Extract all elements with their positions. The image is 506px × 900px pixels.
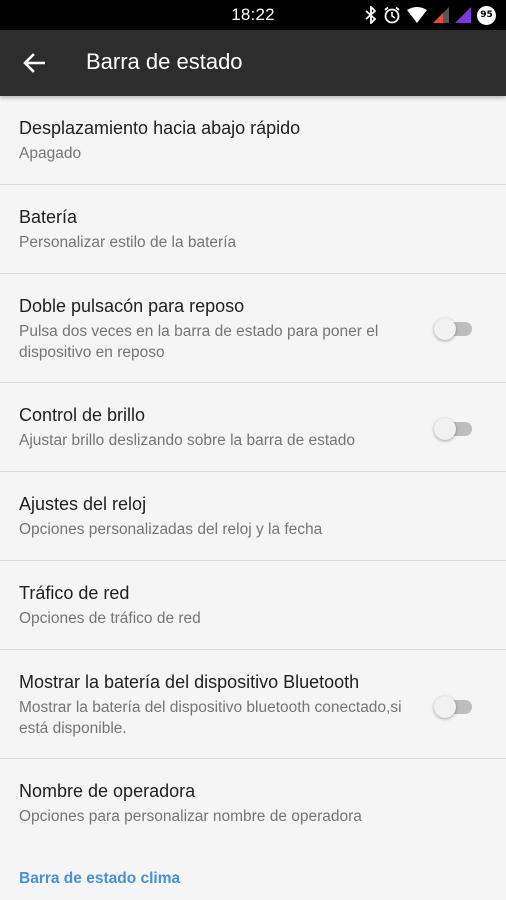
setting-summary: Ajustar brillo deslizando sobre la barra…: [19, 432, 356, 449]
setting-summary: Opciones de tráfico de red: [19, 610, 201, 627]
setting-bluetooth-battery[interactable]: Mostrar la batería del dispositivo Bluet…: [0, 650, 506, 759]
setting-carrier-name[interactable]: Nombre de operadora Opciones para person…: [0, 759, 506, 848]
status-bar: 18:22 95: [0, 0, 506, 30]
signal-sim1-icon: [433, 7, 449, 23]
setting-title: Ajustes del reloj: [19, 494, 147, 514]
page-title: Barra de estado: [86, 49, 243, 74]
setting-network-traffic[interactable]: Tráfico de red Opciones de tráfico de re…: [0, 561, 506, 650]
setting-summary: Pulsa dos veces en la barra de estado pa…: [19, 323, 379, 361]
alarm-icon: [383, 6, 401, 24]
toggle-thumb: [434, 418, 456, 440]
setting-title: Doble pulsacón para reposo: [19, 296, 245, 316]
setting-title: Mostrar la batería del dispositivo Bluet…: [19, 672, 360, 692]
battery-icon: 95: [477, 5, 496, 25]
arrow-back-icon[interactable]: [20, 49, 48, 77]
double-tap-sleep-toggle[interactable]: [434, 317, 474, 340]
toggle-thumb: [434, 318, 456, 340]
bluetooth-icon: [365, 6, 377, 24]
setting-title: Tráfico de red: [19, 583, 130, 603]
signal-sim2-icon: [455, 7, 471, 23]
brightness-control-toggle[interactable]: [434, 417, 474, 440]
setting-clock[interactable]: Ajustes del reloj Opciones personalizada…: [0, 472, 506, 561]
setting-title: Batería: [19, 207, 78, 227]
setting-brightness-control[interactable]: Control de brillo Ajustar brillo desliza…: [0, 383, 506, 472]
setting-title: Control de brillo: [19, 405, 146, 425]
setting-summary: Opciones personalizadas del reloj y la f…: [19, 521, 323, 538]
setting-summary: Opciones para personalizar nombre de ope…: [19, 808, 362, 825]
setting-summary: Personalizar estilo de la batería: [19, 234, 237, 251]
setting-title: Nombre de operadora: [19, 781, 196, 801]
setting-summary: Apagado: [19, 145, 82, 162]
setting-double-tap-sleep[interactable]: Doble pulsacón para reposo Pulsa dos vec…: [0, 274, 506, 383]
setting-summary: Mostrar la batería del dispositivo bluet…: [19, 699, 402, 737]
wifi-icon: [407, 7, 427, 23]
setting-quick-pulldown[interactable]: Desplazamiento hacia abajo rápido Apagad…: [0, 96, 506, 185]
app-bar: Barra de estado: [0, 30, 506, 96]
toggle-thumb: [434, 696, 456, 718]
bluetooth-battery-toggle[interactable]: [434, 695, 474, 718]
setting-battery[interactable]: Batería Personalizar estilo de la baterí…: [0, 185, 506, 274]
setting-title: Desplazamiento hacia abajo rápido: [19, 118, 301, 138]
category-header: Barra de estado clima: [19, 870, 181, 887]
status-icons: 95: [365, 4, 496, 26]
settings-list: Desplazamiento hacia abajo rápido Apagad…: [0, 96, 506, 848]
